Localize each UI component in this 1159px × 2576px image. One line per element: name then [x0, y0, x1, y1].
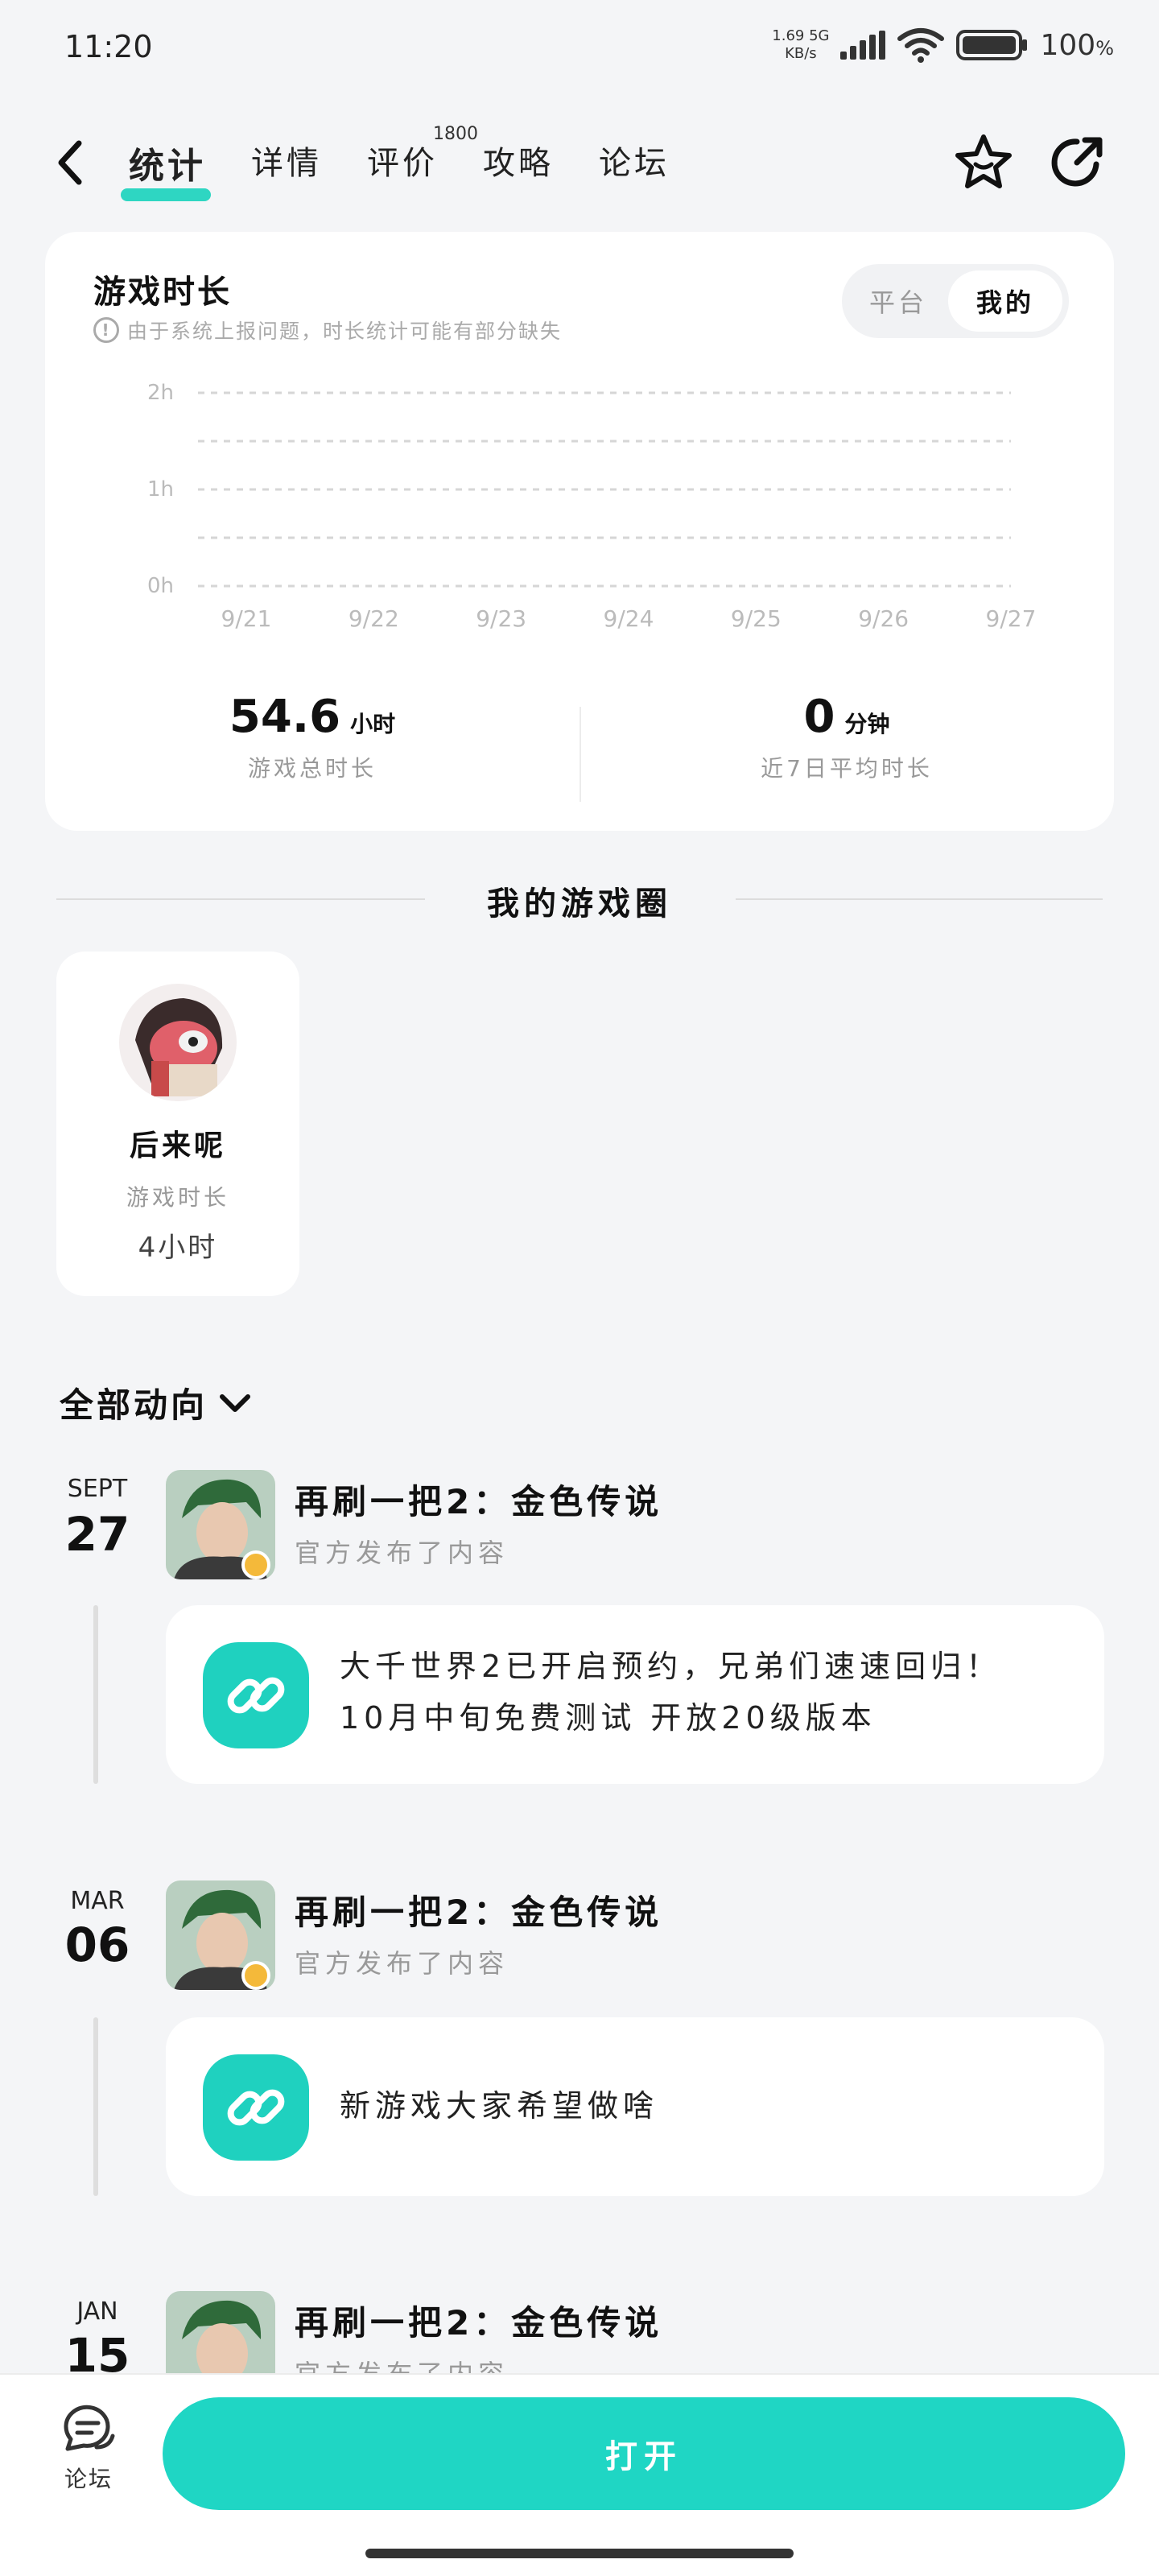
avg-time-stat: 0 分钟 近7日平均时长 [580, 691, 1114, 783]
post-text-line-1: 大千世界2已开启预约，兄弟们速速回归！ [340, 1649, 1002, 1684]
y-tick-label: 2h [147, 381, 174, 405]
link-icon [203, 2054, 309, 2161]
post-card[interactable]: 新游戏大家希望做啥 [166, 2017, 1104, 2196]
x-tick-label: 9/27 [986, 605, 1037, 632]
x-tick-label: 9/24 [604, 605, 654, 632]
play-time-card: 游戏时长 ! 由于系统上报问题，时长统计可能有部分缺失 平台 我的 0h 1h 2h… [45, 232, 1114, 831]
battery-icon [956, 30, 1028, 60]
share-icon [1051, 137, 1103, 187]
feed-title[interactable]: 再刷一把2：金色传说 [295, 1475, 662, 1524]
game-circle-title: 我的游戏圈 [487, 886, 672, 923]
tab-guides[interactable]: 攻略 [483, 137, 554, 196]
tab-forum[interactable]: 论坛 [599, 137, 670, 196]
forum-button[interactable]: 论坛 [48, 2402, 129, 2494]
section-divider-right [736, 898, 1103, 900]
post-text-line-1: 新游戏大家希望做啥 [340, 2088, 659, 2124]
share-button[interactable] [1046, 132, 1107, 193]
chevron-down-icon [220, 1393, 251, 1412]
toggle-platform[interactable]: 平台 [848, 270, 948, 332]
status-icons: 1.69 5G KB/s 100% [772, 27, 1114, 63]
card-note: ! 由于系统上报问题，时长统计可能有部分缺失 [93, 316, 562, 345]
total-time-label: 游戏总时长 [247, 755, 377, 782]
friend-time-label: 游戏时长 [126, 1184, 229, 1211]
x-tick-label: 9/26 [858, 605, 909, 632]
back-button[interactable] [56, 138, 92, 187]
y-tick-label: 1h [147, 477, 174, 502]
post-text-line-2: 10月中旬免费测试 开放20级版本 [340, 1700, 876, 1736]
tab-bar: 统计 详情 评价 1800 攻略 论坛 [121, 124, 670, 201]
open-game-button[interactable]: 打开 [163, 2397, 1125, 2510]
card-title: 游戏时长 [93, 274, 232, 311]
activity-filter-dropdown[interactable]: 全部动向 [60, 1378, 251, 1427]
feed-title[interactable]: 再刷一把2：金色传说 [295, 2296, 662, 2345]
friend-time-value: 4小时 [138, 1232, 218, 1264]
link-icon [203, 1642, 309, 1748]
toggle-mine[interactable]: 我的 [948, 270, 1062, 332]
avg-time-label: 近7日平均时长 [761, 755, 933, 782]
friend-card[interactable]: 后来呢 游戏时长 4小时 [56, 952, 299, 1296]
feed-subtitle: 官方发布了内容 [295, 1538, 509, 1568]
forum-label: 论坛 [64, 2466, 113, 2492]
avg-time-value: 0 [803, 691, 835, 743]
timeline-line [93, 1605, 98, 1784]
chevron-left-icon [58, 140, 82, 185]
post-card[interactable]: 大千世界2已开启预约，兄弟们速速回归！ 10月中旬免费测试 开放20级版本 [166, 1605, 1104, 1784]
avg-time-unit: 分钟 [844, 711, 890, 737]
y-tick-label: 0h [147, 574, 174, 598]
review-count-badge: 1800 [433, 124, 478, 144]
favorite-button[interactable] [953, 132, 1014, 193]
battery-percent: 100% [1040, 28, 1114, 62]
forum-chat-icon [64, 2405, 115, 2451]
game-avatar[interactable] [166, 1880, 275, 1990]
feed-month: JAN [76, 2297, 118, 2326]
friend-name: 后来呢 [129, 1129, 226, 1162]
total-time-unit: 小时 [350, 711, 396, 737]
star-icon [955, 134, 1012, 188]
x-tick-label: 9/23 [476, 605, 526, 632]
friend-avatar [119, 984, 237, 1101]
feed-month: MAR [70, 1887, 125, 1915]
feed-day: 27 [64, 1507, 130, 1562]
feed-subtitle: 官方发布了内容 [295, 1948, 509, 1979]
tab-details[interactable]: 详情 [251, 137, 322, 196]
wifi-icon [897, 28, 945, 63]
total-time-stat: 54.6 小时 游戏总时长 [45, 691, 580, 783]
x-tick-label: 9/21 [221, 605, 272, 632]
feed-day: 06 [64, 1918, 130, 1972]
info-icon: ! [93, 317, 119, 343]
tab-stats[interactable]: 统计 [121, 137, 211, 201]
feed-month: SEPT [67, 1475, 128, 1503]
home-indicator [365, 2549, 794, 2558]
network-speed: 1.69 5G KB/s [772, 27, 830, 62]
play-time-chart: 0h 1h 2h 9/21 9/22 9/23 9/24 9/25 9/26 9/27 [147, 381, 1037, 632]
x-tick-label: 9/22 [349, 605, 399, 632]
timeline-line [93, 2017, 98, 2196]
feed-title[interactable]: 再刷一把2：金色传说 [295, 1885, 662, 1934]
cellular-signal-icon [840, 31, 886, 60]
x-tick-label: 9/25 [731, 605, 782, 632]
game-avatar[interactable] [166, 1470, 275, 1579]
tab-reviews[interactable]: 评价 1800 [367, 124, 478, 196]
status-time: 11:20 [64, 29, 153, 64]
bottom-action-bar: 论坛 打开 [0, 2373, 1159, 2576]
scope-toggle: 平台 我的 [842, 264, 1069, 338]
total-time-value: 54.6 [229, 691, 341, 743]
